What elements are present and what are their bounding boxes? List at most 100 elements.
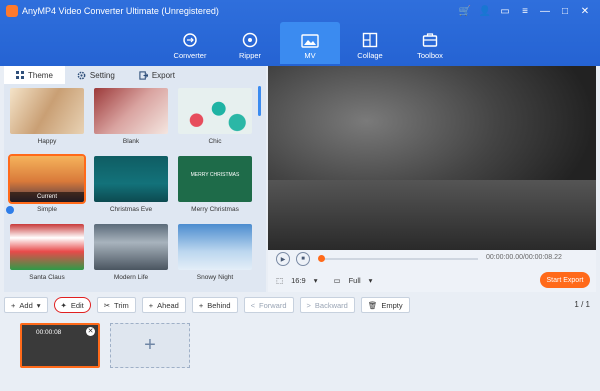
behind-icon: + bbox=[198, 300, 204, 310]
forward-button[interactable]: < Forward bbox=[243, 297, 294, 313]
thumb-caption: MERRY CHRISTMAS bbox=[190, 172, 240, 178]
add-clip-button[interactable]: + bbox=[110, 323, 190, 368]
trim-button[interactable]: ✂ Trim bbox=[96, 297, 136, 313]
backward-label: Backward bbox=[314, 300, 348, 310]
theme-happy[interactable]: Happy bbox=[10, 88, 84, 145]
theme-thumbnail bbox=[94, 88, 168, 134]
theme-blank[interactable]: Blank bbox=[94, 88, 168, 145]
remove-clip-icon[interactable]: ✕ bbox=[86, 327, 95, 336]
tab-theme-label: Theme bbox=[28, 70, 53, 80]
page-indicator: 1 / 1 bbox=[574, 300, 590, 309]
progress-handle[interactable] bbox=[318, 255, 325, 262]
theme-modern-life[interactable]: Modern Life bbox=[94, 224, 168, 281]
mv-sub-tabs: Theme Setting Export bbox=[4, 66, 266, 84]
tab-theme[interactable]: Theme bbox=[4, 66, 65, 84]
empty-label: Empty bbox=[381, 300, 403, 310]
theme-thumbnail bbox=[178, 224, 252, 270]
chat-icon[interactable]: ▭ bbox=[498, 4, 512, 18]
menu-icon[interactable]: ≡ bbox=[518, 4, 532, 18]
theme-thumbnail: Current bbox=[8, 154, 86, 204]
plus-icon: + bbox=[11, 300, 16, 310]
tab-mv-label: MV bbox=[304, 51, 316, 60]
edit-button[interactable]: ✦ Edit bbox=[53, 297, 91, 313]
forward-icon: < bbox=[250, 300, 255, 310]
progress-track[interactable] bbox=[320, 258, 478, 260]
collage-icon bbox=[362, 32, 378, 48]
theme-label: Santa Claus bbox=[29, 274, 65, 281]
add-label: Add bbox=[19, 300, 33, 310]
tab-collage[interactable]: Collage bbox=[340, 22, 400, 64]
play-button[interactable]: ▶ bbox=[276, 252, 290, 266]
behind-button[interactable]: + Behind bbox=[191, 297, 238, 313]
theme-merry-christmas[interactable]: MERRY CHRISTMAS Merry Christmas bbox=[178, 156, 252, 213]
theme-santa-claus[interactable]: Santa Claus bbox=[10, 224, 84, 281]
clip-toolbar: + Add ▾ ✦ Edit ✂ Trim + Ahead + Behind <… bbox=[4, 296, 596, 314]
cart-icon[interactable]: 🛒 bbox=[458, 4, 472, 18]
theme-thumbnail bbox=[94, 156, 168, 202]
theme-thumbnail bbox=[94, 224, 168, 270]
theme-label: Snowy Night bbox=[196, 274, 234, 281]
monitor-icon: ▭ bbox=[333, 276, 341, 285]
tab-export[interactable]: Export bbox=[127, 66, 187, 84]
stop-button[interactable]: ■ bbox=[296, 252, 310, 266]
player-controls: ▶ ■ 00:00:00.00/00:00:08.22 ⬚ 16:9 ▾ ▭ F… bbox=[268, 250, 596, 292]
start-export-button[interactable]: Start Export bbox=[540, 272, 590, 288]
theme-label: Chic bbox=[208, 138, 222, 145]
clip-thumbnail[interactable]: 00:00:08 ✕ bbox=[20, 323, 100, 368]
chevron-down-icon[interactable]: ▾ bbox=[314, 276, 318, 285]
tab-toolbox-label: Toolbox bbox=[417, 51, 443, 60]
theme-label: Christmas Eve bbox=[109, 206, 153, 213]
theme-thumbnail: MERRY CHRISTMAS bbox=[178, 156, 252, 202]
tab-mv[interactable]: MV bbox=[280, 22, 340, 64]
aspect-ratio-icon: ⬚ bbox=[276, 276, 284, 285]
theme-simple[interactable]: Current Simple bbox=[6, 154, 86, 214]
app-title: AnyMP4 Video Converter Ultimate (Unregis… bbox=[22, 6, 219, 16]
theme-thumbnail bbox=[178, 88, 252, 134]
chevron-down-icon[interactable]: ▾ bbox=[369, 276, 373, 285]
chevron-down-icon: ▾ bbox=[36, 300, 41, 310]
user-icon[interactable]: 👤 bbox=[478, 4, 492, 18]
zoom-select[interactable]: Full bbox=[349, 276, 361, 285]
empty-button[interactable]: 🗑 Empty bbox=[360, 297, 410, 313]
trim-label: Trim bbox=[114, 300, 129, 310]
minimize-icon[interactable]: — bbox=[538, 4, 552, 18]
behind-label: Behind bbox=[207, 300, 231, 310]
mv-icon bbox=[301, 34, 319, 48]
theme-snowy-night[interactable]: Snowy Night bbox=[178, 224, 252, 281]
tab-setting[interactable]: Setting bbox=[65, 66, 127, 84]
tab-setting-label: Setting bbox=[89, 70, 115, 80]
tab-collage-label: Collage bbox=[357, 51, 383, 60]
clip-duration: 00:00:08 bbox=[36, 329, 62, 336]
backward-button[interactable]: > Backward bbox=[299, 297, 355, 313]
theme-label: Merry Christmas bbox=[191, 206, 239, 213]
aspect-ratio-select[interactable]: 16:9 bbox=[291, 276, 306, 285]
theme-label: Happy bbox=[37, 138, 57, 145]
window-controls: 🛒 👤 ▭ ≡ — □ ✕ bbox=[458, 4, 592, 18]
selected-check-icon bbox=[6, 206, 14, 214]
video-preview bbox=[268, 66, 596, 250]
add-button[interactable]: + Add ▾ bbox=[4, 297, 48, 313]
theme-scrollbar[interactable] bbox=[258, 86, 261, 116]
theme-thumbnail bbox=[10, 224, 84, 270]
trash-icon: 🗑 bbox=[367, 300, 378, 310]
theme-thumbnail bbox=[10, 88, 84, 134]
tab-toolbox[interactable]: Toolbox bbox=[400, 22, 460, 64]
theme-christmas-eve[interactable]: Christmas Eve bbox=[94, 156, 168, 213]
ahead-icon: + bbox=[148, 300, 154, 310]
tab-ripper[interactable]: Ripper bbox=[220, 22, 280, 64]
converter-icon bbox=[183, 33, 197, 47]
aspect-zoom-row: ⬚ 16:9 ▾ ▭ Full ▾ bbox=[276, 276, 372, 285]
close-icon[interactable]: ✕ bbox=[578, 4, 592, 18]
theme-chic[interactable]: Chic bbox=[178, 88, 252, 145]
ahead-label: Ahead bbox=[157, 300, 179, 310]
tab-export-label: Export bbox=[151, 70, 175, 80]
timecode: 00:00:00.00/00:00:08.22 bbox=[486, 254, 562, 261]
tab-converter[interactable]: Converter bbox=[160, 22, 220, 64]
theme-label: Simple bbox=[37, 206, 57, 213]
theme-label: Modern Life bbox=[113, 274, 149, 281]
ahead-button[interactable]: + Ahead bbox=[141, 297, 186, 313]
edit-label: Edit bbox=[70, 300, 84, 310]
maximize-icon[interactable]: □ bbox=[558, 4, 572, 18]
ripper-icon bbox=[242, 32, 258, 48]
scissors-icon: ✂ bbox=[103, 300, 111, 310]
